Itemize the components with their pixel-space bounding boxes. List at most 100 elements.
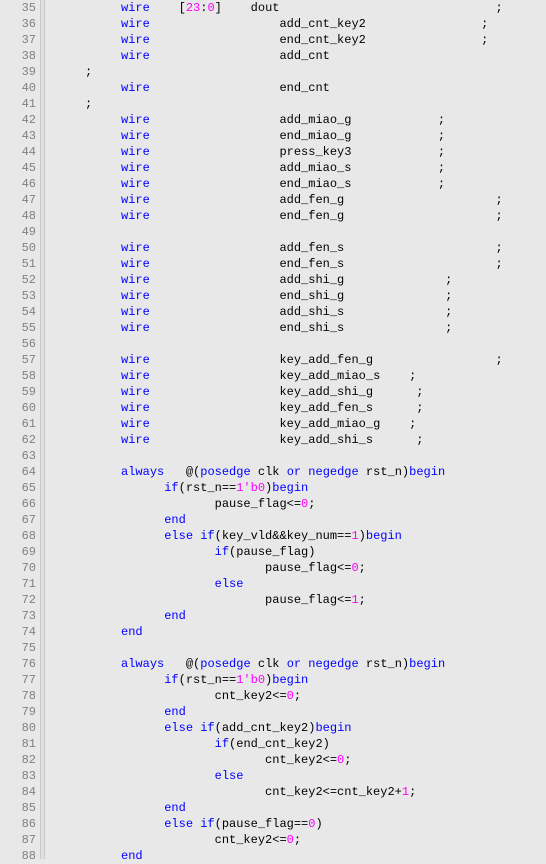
text-token: ) (359, 529, 366, 543)
code-line[interactable]: wire key_add_miao_g ; (49, 416, 546, 432)
text-token: ) (315, 817, 322, 831)
text-token: add_shi_s ; (150, 305, 452, 319)
code-line[interactable]: wire end_fen_s ; (49, 256, 546, 272)
code-line[interactable]: wire end_shi_s ; (49, 320, 546, 336)
code-line[interactable]: wire end_cnt (49, 80, 546, 96)
keyword-token: wire (121, 129, 150, 143)
code-line[interactable]: end (49, 512, 546, 528)
line-number: 74 (0, 624, 36, 640)
code-line[interactable]: wire add_shi_g ; (49, 272, 546, 288)
code-line[interactable]: wire add_fen_g ; (49, 192, 546, 208)
code-line[interactable]: wire add_shi_s ; (49, 304, 546, 320)
line-number: 72 (0, 592, 36, 608)
code-line[interactable]: always @(posedge clk or negedge rst_n)be… (49, 464, 546, 480)
text-token (49, 465, 121, 479)
code-line[interactable]: end (49, 624, 546, 640)
line-number: 55 (0, 320, 36, 336)
code-line[interactable]: wire key_add_fen_g ; (49, 352, 546, 368)
code-line[interactable]: always @(posedge clk or negedge rst_n)be… (49, 656, 546, 672)
keyword-token: wire (121, 1, 150, 15)
text-token: end_shi_s ; (150, 321, 452, 335)
text-token (49, 769, 215, 783)
code-line[interactable]: else if(add_cnt_key2)begin (49, 720, 546, 736)
number-token: 0 (351, 561, 358, 575)
code-line[interactable]: wire end_miao_s ; (49, 176, 546, 192)
code-line[interactable]: end (49, 848, 546, 859)
code-line[interactable]: else (49, 576, 546, 592)
code-line[interactable]: else (49, 768, 546, 784)
code-editor-area[interactable]: wire [23:0] dout ; wire add_cnt_key2 ; w… (45, 0, 546, 859)
code-line[interactable]: end (49, 704, 546, 720)
code-line[interactable]: wire add_miao_s ; (49, 160, 546, 176)
keyword-token: wire (121, 49, 150, 63)
keyword-token: posedge (200, 657, 250, 671)
code-line[interactable] (49, 448, 546, 464)
code-line[interactable]: wire end_shi_g ; (49, 288, 546, 304)
text-token (49, 49, 121, 63)
code-line[interactable]: wire add_fen_s ; (49, 240, 546, 256)
text-token (49, 145, 121, 159)
keyword-token: if (164, 481, 178, 495)
line-number: 65 (0, 480, 36, 496)
text-token: end_cnt (150, 81, 546, 95)
line-number: 80 (0, 720, 36, 736)
code-line[interactable]: wire add_miao_g ; (49, 112, 546, 128)
code-line[interactable]: if(rst_n==1'b0)begin (49, 672, 546, 688)
code-line[interactable]: ; (49, 64, 546, 80)
code-line[interactable]: ; (49, 96, 546, 112)
text-token: key_add_miao_s ; (150, 369, 416, 383)
code-line[interactable]: wire [23:0] dout ; (49, 0, 546, 16)
code-line[interactable] (49, 640, 546, 656)
code-line[interactable]: cnt_key2<=0; (49, 832, 546, 848)
code-line[interactable]: if(end_cnt_key2) (49, 736, 546, 752)
line-number: 87 (0, 832, 36, 848)
code-line[interactable]: cnt_key2<=cnt_key2+1; (49, 784, 546, 800)
text-token: (end_cnt_key2) (229, 737, 330, 751)
code-line[interactable] (49, 224, 546, 240)
code-line[interactable]: pause_flag<=0; (49, 496, 546, 512)
line-number: 46 (0, 176, 36, 192)
code-line[interactable]: wire add_cnt (49, 48, 546, 64)
keyword-token: wire (121, 145, 150, 159)
code-line[interactable]: else if(key_vld&&key_num==1)begin (49, 528, 546, 544)
line-number: 76 (0, 656, 36, 672)
line-number: 82 (0, 752, 36, 768)
text-token (49, 177, 121, 191)
text-token: add_fen_s ; (150, 241, 503, 255)
line-number: 66 (0, 496, 36, 512)
text-token (49, 305, 121, 319)
code-line[interactable]: wire end_fen_g ; (49, 208, 546, 224)
text-token: @( (164, 465, 200, 479)
keyword-token: or (287, 465, 301, 479)
code-line[interactable]: wire key_add_fen_s ; (49, 400, 546, 416)
text-token: ] dout ; (215, 1, 503, 15)
keyword-token: wire (121, 17, 150, 31)
line-number: 75 (0, 640, 36, 656)
code-line[interactable]: end (49, 608, 546, 624)
line-number: 63 (0, 448, 36, 464)
text-token: (add_cnt_key2) (215, 721, 316, 735)
code-line[interactable]: wire end_cnt_key2 ; (49, 32, 546, 48)
code-line[interactable]: pause_flag<=1; (49, 592, 546, 608)
code-line[interactable]: wire key_add_miao_s ; (49, 368, 546, 384)
text-token (49, 193, 121, 207)
code-line[interactable]: wire key_add_shi_s ; (49, 432, 546, 448)
text-token: ; (308, 497, 315, 511)
code-line[interactable]: wire key_add_shi_g ; (49, 384, 546, 400)
line-number: 67 (0, 512, 36, 528)
code-line[interactable]: cnt_key2<=0; (49, 752, 546, 768)
text-token (49, 401, 121, 415)
code-line[interactable]: wire add_cnt_key2 ; (49, 16, 546, 32)
code-line[interactable]: wire end_miao_g ; (49, 128, 546, 144)
keyword-token: wire (121, 161, 150, 175)
code-line[interactable] (49, 336, 546, 352)
code-line[interactable]: if(pause_flag) (49, 544, 546, 560)
code-line[interactable]: else if(pause_flag==0) (49, 816, 546, 832)
code-line[interactable]: end (49, 800, 546, 816)
text-token: add_cnt_key2 ; (150, 17, 517, 31)
code-line[interactable]: if(rst_n==1'b0)begin (49, 480, 546, 496)
code-line[interactable]: cnt_key2<=0; (49, 688, 546, 704)
code-line[interactable]: wire press_key3 ; (49, 144, 546, 160)
code-line[interactable]: pause_flag<=0; (49, 560, 546, 576)
keyword-token: begin (366, 529, 402, 543)
